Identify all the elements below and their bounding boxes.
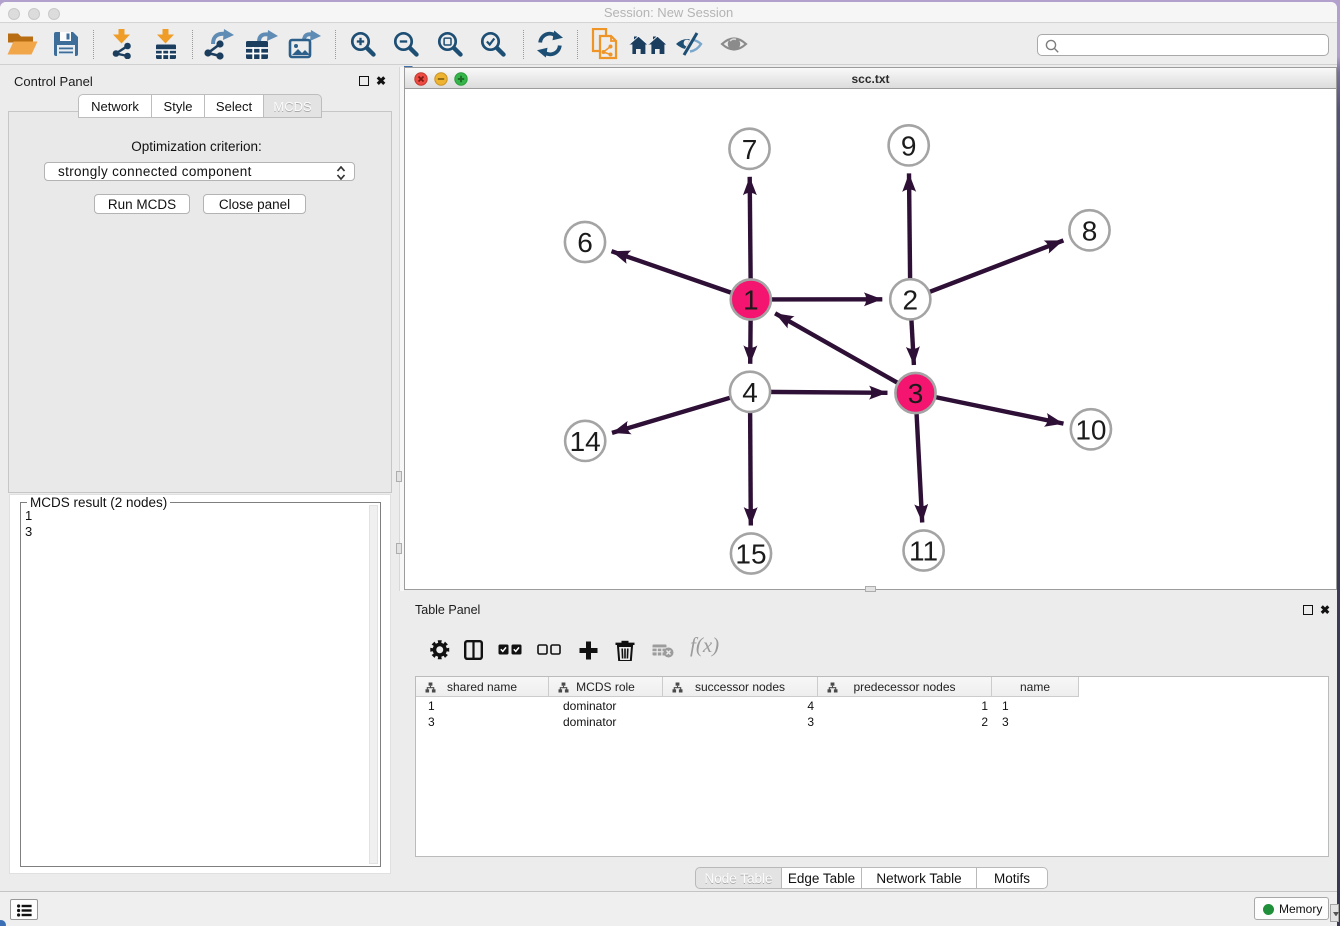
svg-text:7: 7 [742,134,758,165]
svg-text:14: 14 [570,426,601,457]
svg-text:6: 6 [577,227,593,258]
svg-text:9: 9 [901,130,917,161]
svg-text:1: 1 [743,285,759,316]
svg-text:2: 2 [903,284,919,315]
svg-text:10: 10 [1075,414,1106,445]
svg-text:4: 4 [742,377,758,408]
svg-text:11: 11 [909,536,938,567]
svg-text:3: 3 [908,378,924,409]
svg-text:8: 8 [1082,215,1098,246]
svg-text:15: 15 [735,539,766,570]
